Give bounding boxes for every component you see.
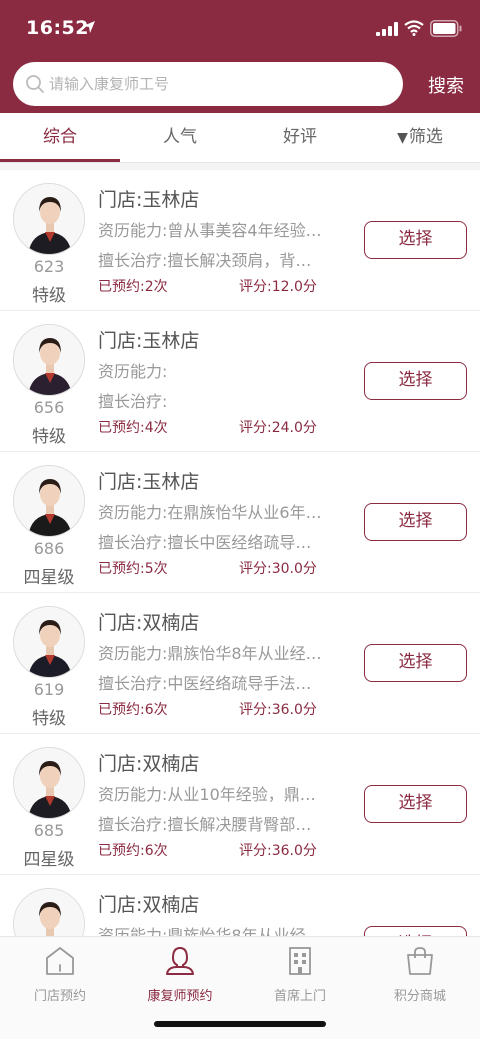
store-name: 门店:双楠店 <box>98 894 200 916</box>
cellular-signal-icon <box>376 22 398 36</box>
store-icon <box>46 947 74 975</box>
shopping-bag-icon <box>407 947 433 975</box>
app-header: 16:52 搜索 <box>0 0 480 113</box>
tab-popularity[interactable]: 人气 <box>120 113 240 163</box>
tabbar-label: 康复师预约 <box>147 989 213 1004</box>
store-name: 门店:玉林店 <box>98 471 200 493</box>
therapist-level: 四星级 <box>23 850 75 870</box>
status-time: 16:52 <box>26 17 89 39</box>
tab-label: 综合 <box>43 127 77 147</box>
therapist-icon <box>166 946 194 975</box>
booked-count: 已预约:4次 <box>98 420 168 436</box>
rating-score: 评分:36.0分 <box>239 702 317 718</box>
tabbar-item-points-mall[interactable]: 积分商城 <box>360 937 480 1013</box>
therapist-avatar <box>13 324 85 396</box>
therapist-avatar <box>13 747 85 819</box>
qualification-text: 资历能力:在鼎族怡华从业6年… <box>98 503 322 522</box>
therapist-number: 619 <box>33 680 65 699</box>
tab-label: 好评 <box>283 127 317 147</box>
select-button[interactable]: 选择 <box>364 503 467 541</box>
qualification-text: 资历能力:从业10年经验，鼎… <box>98 785 316 804</box>
battery-icon <box>430 20 462 37</box>
qualification-text: 资历能力:鼎族怡华8年从业经… <box>98 644 322 663</box>
therapist-number: 686 <box>33 539 65 558</box>
select-button[interactable]: 选择 <box>364 644 467 682</box>
select-button[interactable]: 选择 <box>364 926 467 936</box>
therapist-avatar <box>13 606 85 678</box>
qualification-text: 资历能力: <box>98 362 168 381</box>
specialty-text: 擅长治疗:擅长中医经络疏导… <box>98 533 312 552</box>
rating-score: 评分:24.0分 <box>239 420 317 436</box>
wifi-icon <box>404 20 424 36</box>
tabbar-item-store-booking[interactable]: 门店预约 <box>0 937 120 1013</box>
therapist-card[interactable]: 623 特级 门店:玉林店 资历能力:曾从事美容4年经验… 擅长治疗:擅长解决颈… <box>0 170 480 311</box>
therapist-level: 特级 <box>32 286 66 306</box>
booked-count: 已预约:5次 <box>98 561 168 577</box>
tabbar-item-chief-home-visit[interactable]: 首席上门 <box>240 937 360 1013</box>
store-name: 门店:玉林店 <box>98 330 200 352</box>
tab-label: 筛选 <box>408 127 443 147</box>
therapist-avatar <box>13 465 85 537</box>
therapist-level: 特级 <box>32 427 66 447</box>
therapist-card[interactable]: 685 四星级 门店:双楠店 资历能力:从业10年经验，鼎… 擅长治疗:擅长解决… <box>0 734 480 875</box>
tab-comprehensive[interactable]: 综合 <box>0 113 120 163</box>
select-button[interactable]: 选择 <box>364 221 467 259</box>
specialty-text: 擅长治疗: <box>98 392 168 411</box>
qualification-text: 资历能力:鼎族怡华8年从业经… <box>98 926 322 936</box>
therapist-number: 623 <box>33 257 65 276</box>
active-tab-indicator <box>0 159 120 162</box>
specialty-text: 擅长治疗:中医经络疏导手法… <box>98 674 312 693</box>
specialty-text: 擅长治疗:擅长解决腰背臀部… <box>98 815 312 834</box>
therapist-level: 特级 <box>32 709 66 729</box>
therapist-card[interactable]: 686 四星级 门店:玉林店 资历能力:在鼎族怡华从业6年… 擅长治疗:擅长中医… <box>0 452 480 593</box>
specialty-text: 擅长治疗:擅长解决颈肩，背… <box>98 251 312 270</box>
booked-count: 已预约:6次 <box>98 702 168 718</box>
tab-label: 人气 <box>163 127 197 147</box>
store-name: 门店:双楠店 <box>98 612 200 634</box>
therapist-card[interactable]: 656 特级 门店:玉林店 资历能力: 擅长治疗: 已预约:4次 评分:24.0… <box>0 311 480 452</box>
therapist-card[interactable]: 619 特级 门店:双楠店 资历能力:鼎族怡华8年从业经… 擅长治疗:中医经络疏… <box>0 593 480 734</box>
search-icon <box>26 75 44 93</box>
tabbar-label: 首席上门 <box>273 989 326 1004</box>
booked-count: 已预约:2次 <box>98 279 168 295</box>
search-box[interactable] <box>13 62 403 106</box>
tab-rating[interactable]: 好评 <box>240 113 360 163</box>
select-button[interactable]: 选择 <box>364 785 467 823</box>
rating-score: 评分:30.0分 <box>239 561 317 577</box>
store-name: 门店:双楠店 <box>98 753 200 775</box>
therapist-avatar <box>13 888 85 936</box>
store-name: 门店:玉林店 <box>98 189 200 211</box>
tab-filter[interactable]: ▼筛选 <box>360 113 480 163</box>
tabbar-item-therapist-booking[interactable]: 康复师预约 <box>120 937 240 1013</box>
qualification-text: 资历能力:曾从事美容4年经验… <box>98 221 322 240</box>
home-indicator <box>154 1021 326 1027</box>
location-arrow-icon <box>83 21 95 33</box>
filter-icon: ▼ <box>397 130 408 146</box>
rating-score: 评分:12.0分 <box>239 279 317 295</box>
sort-tabs: 综合 人气 好评 ▼筛选 <box>0 113 480 163</box>
tabbar-label: 门店预约 <box>33 989 86 1004</box>
therapist-avatar <box>13 183 85 255</box>
therapist-number: 656 <box>33 398 65 417</box>
search-input[interactable] <box>49 62 389 106</box>
therapist-number: 685 <box>33 821 65 840</box>
booked-count: 已预约:6次 <box>98 843 168 859</box>
building-icon <box>289 947 311 975</box>
rating-score: 评分:36.0分 <box>239 843 317 859</box>
therapist-list[interactable]: 623 特级 门店:玉林店 资历能力:曾从事美容4年经验… 擅长治疗:擅长解决颈… <box>0 170 480 936</box>
therapist-level: 四星级 <box>23 568 75 588</box>
select-button[interactable]: 选择 <box>364 362 467 400</box>
search-button[interactable]: 搜索 <box>418 72 474 102</box>
status-bar: 16:52 <box>0 0 480 58</box>
therapist-card[interactable]: 门店:双楠店 资历能力:鼎族怡华8年从业经… 选择 <box>0 875 480 936</box>
tabbar-label: 积分商城 <box>393 989 446 1004</box>
